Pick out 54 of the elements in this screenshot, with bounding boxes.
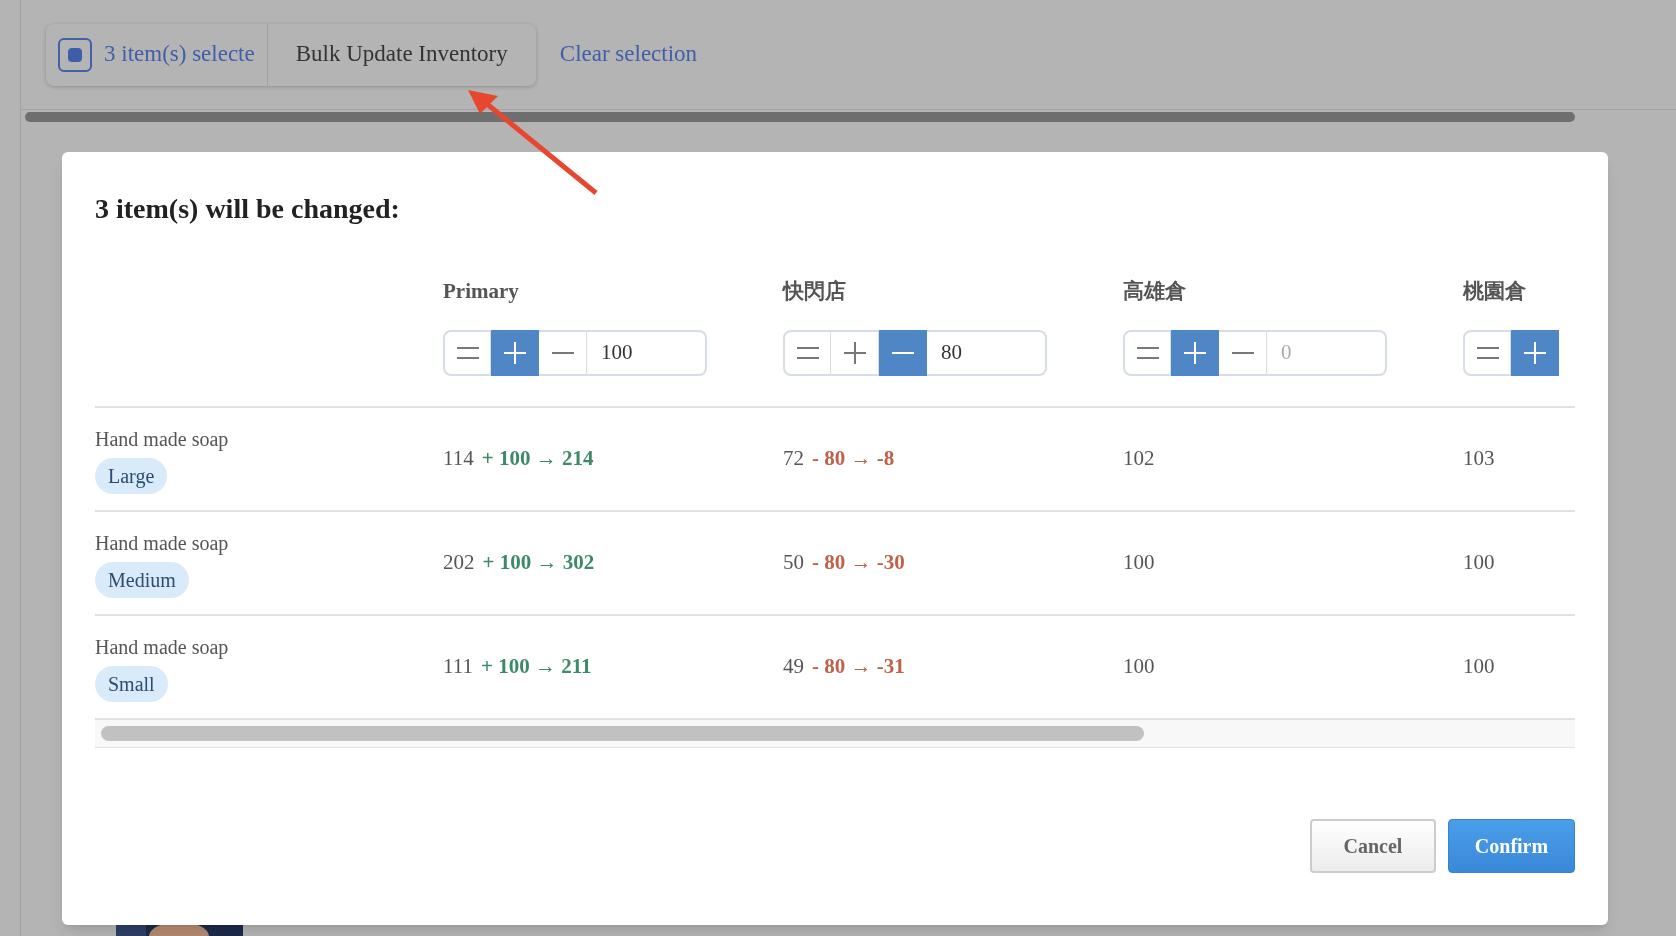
stock-value: 100 xyxy=(1123,652,1155,680)
minus-icon xyxy=(551,351,574,354)
scrollbar[interactable] xyxy=(25,112,1575,122)
equals-icon xyxy=(1476,346,1499,359)
checkbox[interactable] xyxy=(58,37,92,72)
stock-change: + 100 → 211 xyxy=(480,652,592,680)
stock-value: 114 xyxy=(443,444,474,472)
mode-button[interactable] xyxy=(879,329,927,376)
stock-value: 100 xyxy=(1463,652,1495,680)
plus-icon xyxy=(843,341,866,364)
column-header: Primary xyxy=(443,278,520,305)
product-name: Hand made soap xyxy=(95,634,229,661)
quantity-field[interactable]: 80 xyxy=(927,329,1047,376)
equals-icon xyxy=(456,346,479,359)
stock-value: 72 xyxy=(783,444,804,472)
stock-value: 100 xyxy=(1123,548,1155,576)
variant-tag: Large xyxy=(95,457,168,494)
selected-count: 3 item(s) selecte xyxy=(104,40,255,69)
plus-icon xyxy=(503,341,526,364)
horizontal-scrollbar[interactable] xyxy=(101,725,1144,741)
stock-change: + 100 → 214 xyxy=(481,444,594,472)
stock-value: 111 xyxy=(443,652,473,680)
stock-value: 202 xyxy=(443,548,475,576)
variant-tag: Small xyxy=(95,665,168,702)
stock-value: 102 xyxy=(1123,444,1155,472)
stock-value: 50 xyxy=(783,548,804,576)
column-header: 高雄倉 xyxy=(1123,278,1187,305)
mode-button[interactable] xyxy=(1171,329,1219,376)
equals-icon xyxy=(796,346,819,359)
stock-change: - 80 → -31 xyxy=(812,652,905,680)
stock-value: 103 xyxy=(1463,444,1495,472)
dialog-title: 3 item(s) will be changed: xyxy=(95,192,401,226)
quantity-field[interactable]: 100 xyxy=(587,329,707,376)
column-header: 快閃店 xyxy=(783,278,847,305)
stock-change: - 80 → -30 xyxy=(812,548,905,576)
equals-icon xyxy=(1136,346,1159,359)
quantity-field[interactable]: 0 xyxy=(1267,329,1387,376)
bulk-update-button[interactable]: Bulk Update Inventory xyxy=(267,23,536,86)
stock-change: - 80 → -8 xyxy=(812,444,895,472)
stock-value: 49 xyxy=(783,652,804,680)
cancel-button[interactable]: Cancel xyxy=(1310,819,1436,873)
plus-icon xyxy=(1183,341,1206,364)
minus-icon xyxy=(891,351,914,354)
column-header: 桃園倉 xyxy=(1463,278,1527,305)
product-name: Hand made soap xyxy=(95,530,229,557)
mode-button[interactable] xyxy=(491,329,539,376)
stock-change: + 100 → 302 xyxy=(482,548,595,576)
plus-icon xyxy=(1523,341,1546,364)
mode-button[interactable] xyxy=(1511,329,1559,376)
confirm-button[interactable]: Confirm xyxy=(1448,819,1575,873)
stock-value: 100 xyxy=(1463,548,1495,576)
product-name: Hand made soap xyxy=(95,426,229,453)
variant-tag: Medium xyxy=(95,561,189,598)
minus-icon xyxy=(1231,351,1254,354)
